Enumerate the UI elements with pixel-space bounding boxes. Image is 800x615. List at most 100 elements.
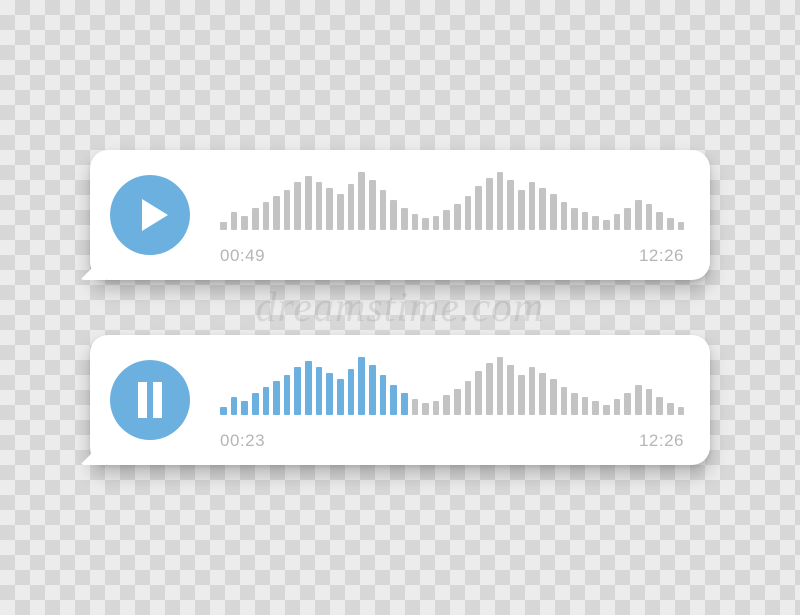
watermark-text: dreamstime.com bbox=[256, 284, 545, 332]
waveform-bar bbox=[294, 367, 301, 415]
waveform-bar bbox=[220, 407, 227, 415]
waveform-bar bbox=[305, 361, 312, 415]
waveform-bar bbox=[486, 178, 493, 230]
waveform-bar bbox=[678, 222, 685, 230]
waveform-bar bbox=[646, 389, 653, 415]
waveform-bar bbox=[412, 399, 419, 415]
waveform-bar bbox=[465, 381, 472, 415]
waveform-bar bbox=[656, 397, 663, 415]
waveform-bar bbox=[220, 222, 227, 230]
waveform-bar bbox=[305, 176, 312, 230]
waveform-bar bbox=[358, 172, 365, 230]
waveform-bar bbox=[603, 405, 610, 415]
waveform-bar bbox=[337, 379, 344, 415]
total-time: 12:26 bbox=[639, 246, 684, 266]
waveform-area: 00:49 12:26 bbox=[220, 150, 684, 280]
waveform-bar bbox=[667, 403, 674, 415]
waveform-bar bbox=[656, 212, 663, 230]
waveform-bar bbox=[241, 401, 248, 415]
waveform-bar bbox=[284, 190, 291, 230]
waveform-bar bbox=[592, 401, 599, 415]
waveform-bar bbox=[614, 214, 621, 230]
elapsed-time: 00:49 bbox=[220, 246, 265, 266]
waveform-bar bbox=[380, 375, 387, 415]
waveform-bar bbox=[571, 393, 578, 415]
waveform-bar bbox=[582, 397, 589, 415]
waveform-bar bbox=[539, 188, 546, 230]
waveform-bar bbox=[231, 397, 238, 415]
waveform-bar bbox=[263, 202, 270, 230]
waveform-bar bbox=[369, 180, 376, 230]
waveform-bar bbox=[390, 200, 397, 230]
waveform-bar bbox=[263, 387, 270, 415]
waveform-bar bbox=[273, 381, 280, 415]
waveform-bar bbox=[571, 208, 578, 230]
waveform-bar bbox=[561, 202, 568, 230]
waveform-bar bbox=[592, 216, 599, 230]
waveform-bar bbox=[401, 208, 408, 230]
waveform-bar bbox=[380, 190, 387, 230]
waveform-bar bbox=[518, 375, 525, 415]
elapsed-time: 00:23 bbox=[220, 431, 265, 451]
waveform-bar bbox=[475, 186, 482, 230]
waveform-bar bbox=[624, 393, 631, 415]
waveform-bar bbox=[646, 204, 653, 230]
waveform-bar bbox=[635, 385, 642, 415]
waveform-bar bbox=[241, 216, 248, 230]
waveform-bar bbox=[454, 389, 461, 415]
waveform-bar bbox=[550, 379, 557, 415]
waveform-bar bbox=[433, 216, 440, 230]
waveform-bar bbox=[316, 367, 323, 415]
play-icon bbox=[110, 175, 190, 255]
waveform-bar bbox=[529, 367, 536, 415]
canvas: dreamstime.com 00:49 12:26 bbox=[0, 0, 800, 615]
waveform-bar bbox=[624, 208, 631, 230]
waveform[interactable] bbox=[220, 353, 684, 415]
waveform-bar bbox=[539, 373, 546, 415]
play-button[interactable] bbox=[110, 175, 190, 255]
waveform-bar bbox=[252, 393, 259, 415]
pause-icon bbox=[110, 360, 190, 440]
waveform-bar bbox=[614, 399, 621, 415]
waveform-bar bbox=[582, 212, 589, 230]
waveform-area: 00:23 12:26 bbox=[220, 335, 684, 465]
time-row: 00:23 12:26 bbox=[220, 431, 684, 451]
waveform-bar bbox=[443, 395, 450, 415]
waveform-bar bbox=[561, 387, 568, 415]
waveform-bar bbox=[231, 212, 238, 230]
waveform-bar bbox=[667, 218, 674, 230]
waveform-bar bbox=[294, 182, 301, 230]
waveform-bar bbox=[475, 371, 482, 415]
waveform-bar bbox=[507, 180, 514, 230]
waveform-bar bbox=[550, 194, 557, 230]
waveform-bar bbox=[326, 188, 333, 230]
waveform-bar bbox=[348, 184, 355, 230]
waveform-bar bbox=[422, 403, 429, 415]
waveform-bar bbox=[443, 210, 450, 230]
waveform[interactable] bbox=[220, 168, 684, 230]
waveform-bar bbox=[412, 214, 419, 230]
waveform-bar bbox=[390, 385, 397, 415]
waveform-bar bbox=[433, 401, 440, 415]
waveform-bar bbox=[678, 407, 685, 415]
waveform-bar bbox=[454, 204, 461, 230]
waveform-bar bbox=[465, 196, 472, 230]
waveform-bar bbox=[486, 363, 493, 415]
waveform-bar bbox=[422, 218, 429, 230]
time-row: 00:49 12:26 bbox=[220, 246, 684, 266]
pause-button[interactable] bbox=[110, 360, 190, 440]
waveform-bar bbox=[326, 373, 333, 415]
waveform-bar bbox=[252, 208, 259, 230]
waveform-bar bbox=[529, 182, 536, 230]
waveform-bar bbox=[507, 365, 514, 415]
waveform-bar bbox=[401, 393, 408, 415]
waveform-bar bbox=[518, 190, 525, 230]
waveform-bar bbox=[348, 369, 355, 415]
waveform-bar bbox=[316, 182, 323, 230]
waveform-bar bbox=[273, 196, 280, 230]
waveform-bar bbox=[497, 172, 504, 230]
waveform-bar bbox=[337, 194, 344, 230]
waveform-bar bbox=[603, 220, 610, 230]
waveform-bar bbox=[284, 375, 291, 415]
waveform-bar bbox=[358, 357, 365, 415]
